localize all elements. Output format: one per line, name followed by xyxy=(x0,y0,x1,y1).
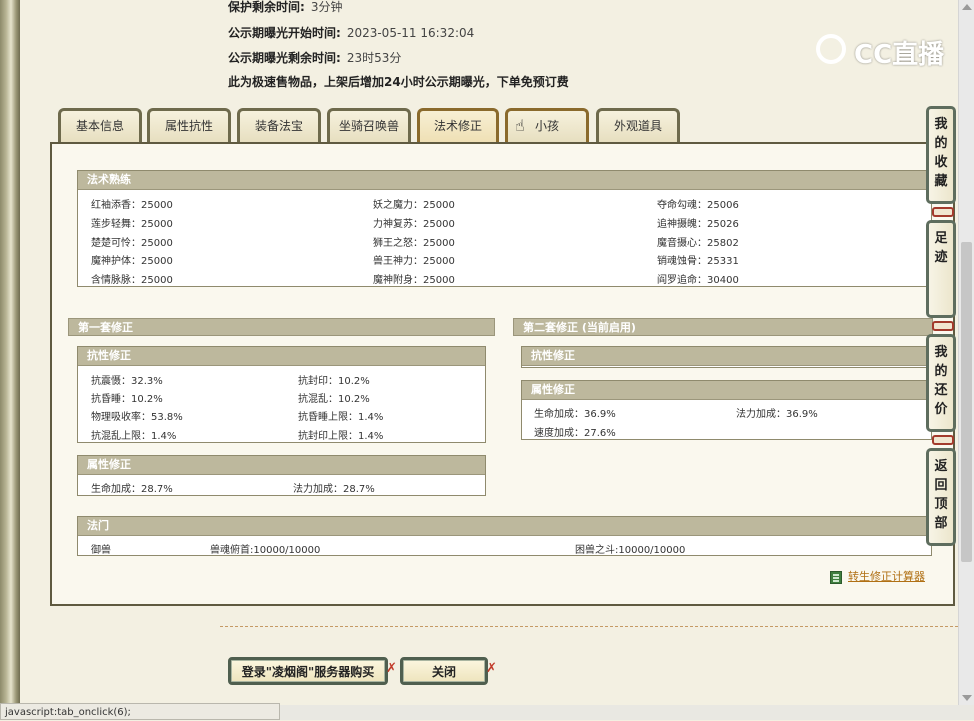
resist-cell: 抗混乱：10.2% xyxy=(298,394,370,405)
publicity-left-label: 公示期曝光剩余时间: xyxy=(228,51,341,65)
tab-attributes[interactable]: 属性抗性 xyxy=(147,108,231,142)
spell-mastery-cell: 力神复苏：25000 xyxy=(373,219,455,230)
calc-link-text: 转生修正计算器 xyxy=(848,570,925,583)
fabao-title: 法门 xyxy=(78,517,931,536)
publicity-start-label: 公示期曝光开始时间: xyxy=(228,26,341,40)
attr-cell: 生命加成：28.7% xyxy=(91,484,173,495)
logo-text: CC直播 xyxy=(854,40,945,70)
back-to-top-button[interactable]: 返回顶部 xyxy=(926,448,956,546)
spell-mastery-cell: 魔神附身：25000 xyxy=(373,275,455,286)
publicity-start-value: 2023-05-11 16:32:04 xyxy=(346,26,475,40)
set2-attr-title: 属性修正 xyxy=(522,381,931,400)
float-chain-icon xyxy=(932,207,954,217)
resist-cell: 抗昏睡上限：1.4% xyxy=(298,412,384,423)
spell-mastery-cell: 魔音摄心：25802 xyxy=(657,238,739,249)
fabao-name: 御兽 xyxy=(91,545,111,556)
spell-mastery-cell: 妖之魔力：25000 xyxy=(373,200,455,211)
spell-mastery-cell: 狮王之怒：25000 xyxy=(373,238,455,249)
vertical-scrollbar[interactable] xyxy=(958,0,974,705)
spell-mastery-cell: 含情脉脉：25000 xyxy=(91,275,173,286)
spell-mastery-cell: 销魂蚀骨：25331 xyxy=(657,256,739,267)
scroll-up-icon[interactable] xyxy=(962,4,972,10)
spell-mastery-cell: 红袖添香：25000 xyxy=(91,200,173,211)
set2-resist-title: 抗性修正 xyxy=(522,347,931,366)
scroll-thumb[interactable] xyxy=(961,242,972,562)
spell-mastery-cell: 夺命勾魂：25006 xyxy=(657,200,739,211)
set2-title: 第二套修正 (当前启用) xyxy=(513,318,933,336)
spell-mastery-cell: 莲步轻舞：25000 xyxy=(91,219,173,230)
attr-cell: 速度加成：27.6% xyxy=(534,428,616,439)
spell-mastery-cell: 追神摄魄：25026 xyxy=(657,219,739,230)
left-decorative-border xyxy=(0,0,20,720)
fabao-item: 困兽之斗:10000/10000 xyxy=(575,545,686,556)
tab-spell-correction[interactable]: 法术修正 xyxy=(417,108,499,142)
spell-mastery-cell: 兽王神力：25000 xyxy=(373,256,455,267)
protect-time-label: 保护剩余时间: xyxy=(228,0,305,14)
publicity-start-line: 公示期曝光开始时间: 2023-05-11 16:32:04 xyxy=(228,24,474,41)
attr-cell: 法力加成：36.9% xyxy=(736,409,818,420)
fabao-box: 法门 xyxy=(77,516,932,556)
footprints-button[interactable]: 足迹 xyxy=(926,220,956,318)
spell-mastery-box: 法术熟练 xyxy=(77,170,932,287)
protect-time-value: 3分钟 xyxy=(310,0,343,14)
set1-title: 第一套修正 xyxy=(68,318,495,336)
close-button[interactable]: 关闭 xyxy=(400,657,488,685)
attr-cell: 生命加成：36.9% xyxy=(534,409,616,420)
fabao-item: 兽魂俯首:10000/10000 xyxy=(210,545,321,556)
resist-cell: 抗封印：10.2% xyxy=(298,376,370,387)
ribbon-x-icon: ✗ xyxy=(486,661,497,676)
attr-cell: 法力加成：28.7% xyxy=(293,484,375,495)
set1-resist-title: 抗性修正 xyxy=(78,347,485,366)
float-chain-icon xyxy=(932,435,954,445)
resist-cell: 抗昏睡：10.2% xyxy=(91,394,163,405)
set1-attr-title: 属性修正 xyxy=(78,456,485,475)
resist-cell: 抗混乱上限：1.4% xyxy=(91,431,177,442)
calculator-icon xyxy=(830,570,842,584)
my-favorites-button[interactable]: 我的收藏 xyxy=(926,106,956,204)
spell-mastery-cell: 楚楚可怜：25000 xyxy=(91,238,173,249)
tab-mounts-pets[interactable]: 坐骑召唤兽 xyxy=(327,108,411,142)
fast-sale-notice: 此为极速售物品，上架后增加24小时公示期曝光，下单免预订费 xyxy=(228,75,569,89)
tab-basic-info[interactable]: 基本信息 xyxy=(58,108,142,142)
set2-resist-box: 抗性修正 xyxy=(521,346,932,368)
my-bargain-button[interactable]: 我的还价 xyxy=(926,334,956,432)
publicity-left-line: 公示期曝光剩余时间: 23时53分 xyxy=(228,49,401,66)
publicity-left-value: 23时53分 xyxy=(346,51,402,65)
scroll-down-icon[interactable] xyxy=(962,695,972,701)
ribbon-x-icon: ✗ xyxy=(386,661,397,676)
tab-equipment[interactable]: 装备法宝 xyxy=(237,108,321,142)
dashed-divider xyxy=(220,626,958,627)
login-buy-button[interactable]: 登录"凌烟阁"服务器购买 xyxy=(228,657,388,685)
tab-appearance[interactable]: 外观道具 xyxy=(596,108,680,142)
rebirth-correction-calculator-link[interactable]: 转生修正计算器 xyxy=(830,568,925,584)
resist-cell: 抗封印上限：1.4% xyxy=(298,431,384,442)
float-chain-icon xyxy=(932,321,954,331)
spell-mastery-cell: 阎罗追命：30400 xyxy=(657,275,739,286)
hand-cursor-icon: ☝ xyxy=(515,116,525,135)
browser-status-bar: javascript:tab_onclick(6); xyxy=(0,703,280,720)
cc-live-logo: CC直播 xyxy=(816,32,946,70)
logo-circle-icon xyxy=(816,34,846,64)
protect-time-line: 保护剩余时间: 3分钟 xyxy=(228,0,342,15)
resist-cell: 抗震慑：32.3% xyxy=(91,376,163,387)
resist-cell: 物理吸收率：53.8% xyxy=(91,412,183,423)
spell-mastery-title: 法术熟练 xyxy=(78,171,931,190)
spell-mastery-cell: 魔神护体：25000 xyxy=(91,256,173,267)
